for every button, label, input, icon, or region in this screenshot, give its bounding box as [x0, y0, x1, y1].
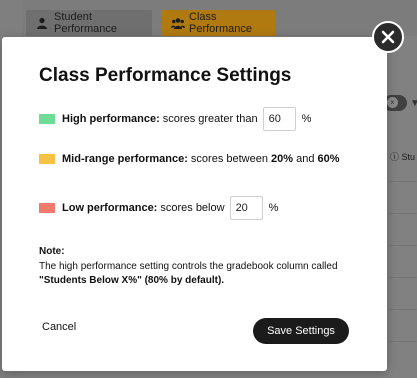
note-title: Note:: [39, 246, 65, 257]
high-performance-row: High performance: scores greater than %: [39, 107, 311, 131]
close-icon: [381, 30, 395, 44]
cancel-button[interactable]: Cancel: [42, 321, 76, 333]
low-text: scores below: [160, 202, 225, 214]
mid-performance-row: Mid-range performance: scores between 20…: [39, 153, 340, 165]
class-performance-settings-modal: Class Performance Settings High performa…: [2, 37, 387, 371]
mid-high-value: 60%: [317, 153, 340, 165]
tab-student-performance[interactable]: Student Performance: [26, 10, 152, 36]
save-settings-button[interactable]: Save Settings: [253, 318, 349, 344]
high-unit: %: [301, 113, 312, 125]
low-threshold-input[interactable]: [229, 196, 263, 220]
note-text: The high performance setting controls th…: [39, 261, 338, 286]
high-color-swatch: [39, 114, 55, 124]
mid-label: Mid-range performance:: [62, 153, 188, 165]
close-modal-button[interactable]: [372, 21, 404, 53]
high-label: High performance:: [62, 113, 160, 125]
mid-text: scores between: [190, 153, 268, 165]
tab-class-performance[interactable]: Class Performance: [161, 10, 275, 36]
mid-and: and: [296, 153, 315, 165]
mid-color-swatch: [39, 154, 55, 164]
low-color-swatch: [39, 203, 55, 213]
low-unit: %: [268, 202, 279, 214]
tab-student-performance-label: Student Performance: [54, 11, 117, 35]
background-table-rows: [388, 150, 417, 342]
modal-title: Class Performance Settings: [39, 65, 292, 86]
high-text: scores greater than: [162, 113, 258, 125]
high-threshold-input[interactable]: [262, 107, 296, 131]
note-bold-text: "Students Below X%" (80% by default).: [39, 275, 225, 286]
filter-icon: ▼: [410, 98, 417, 109]
users-icon: [171, 17, 185, 29]
low-label: Low performance:: [62, 202, 158, 214]
mid-low-value: 20%: [271, 153, 294, 165]
low-performance-row: Low performance: scores below %: [39, 196, 278, 220]
user-icon: [36, 17, 48, 29]
tab-class-performance-label: Class Performance: [189, 11, 252, 35]
note-section: Note: The high performance setting contr…: [39, 245, 359, 288]
